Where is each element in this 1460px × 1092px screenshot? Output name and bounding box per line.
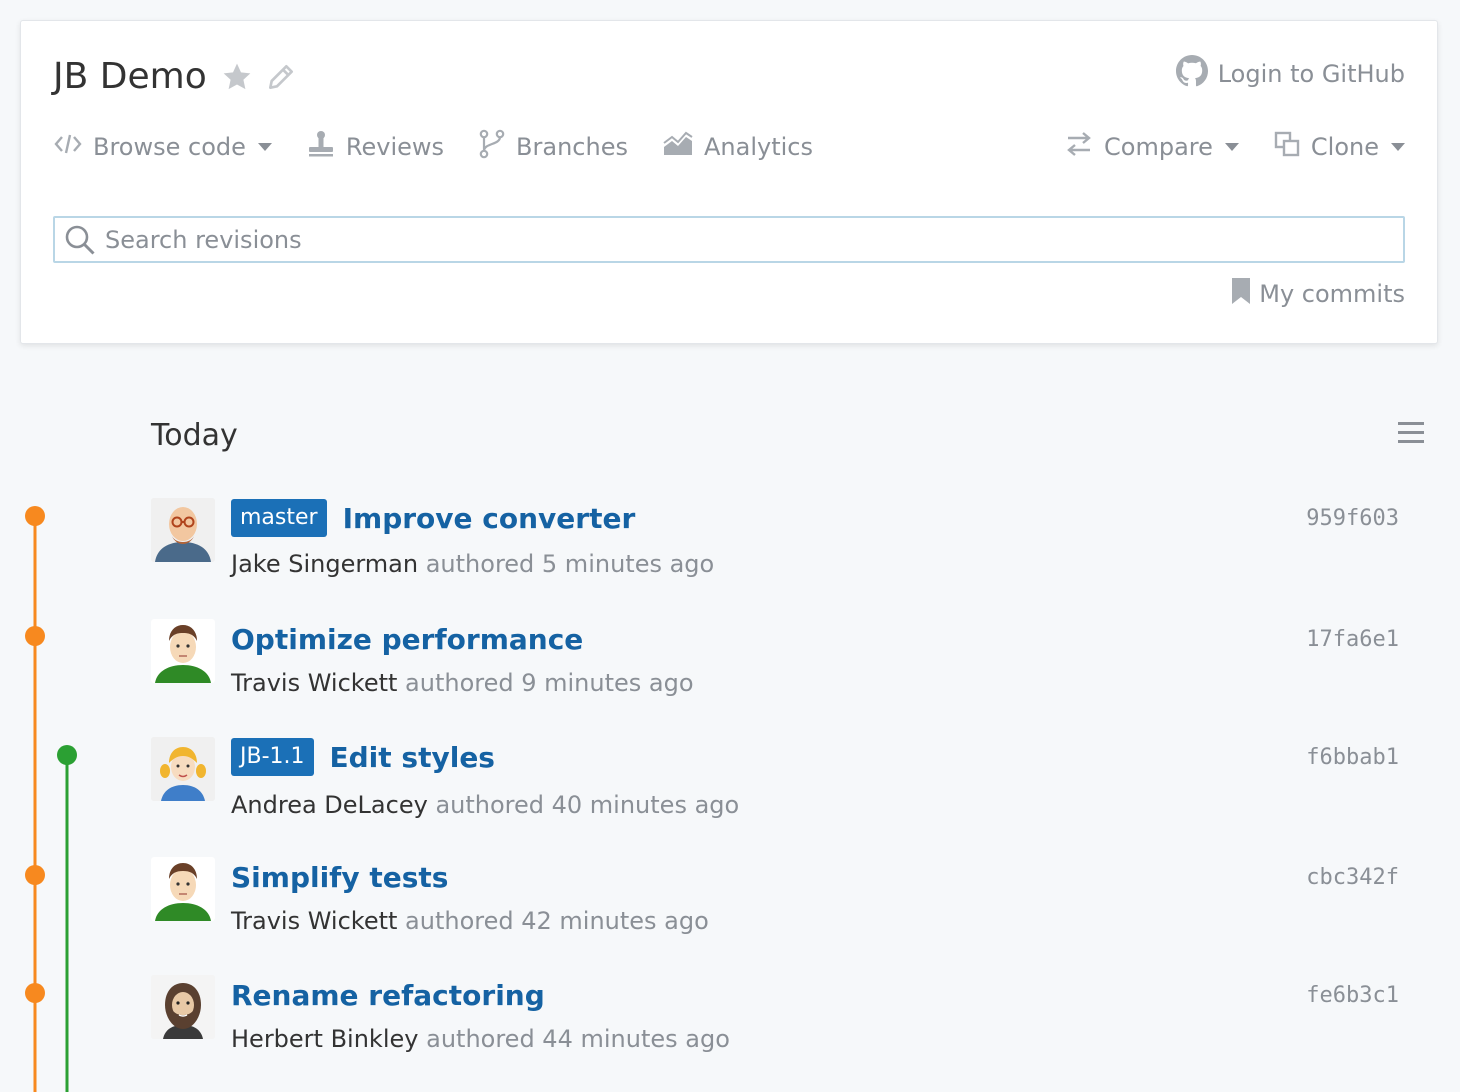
commit-time: authored 9 minutes ago: [405, 669, 694, 697]
login-github-button[interactable]: Login to GitHub: [1175, 55, 1405, 93]
hamburger-menu-icon[interactable]: [1396, 420, 1426, 446]
commit-node: [25, 983, 45, 1003]
nav-compare[interactable]: Compare: [1064, 129, 1239, 165]
commit-node: [25, 626, 45, 646]
nav-clone-label: Clone: [1310, 133, 1379, 161]
commit-author[interactable]: Travis Wickett: [231, 907, 397, 935]
commit-row: Rename refactoring Herbert Binkley autho…: [151, 975, 1411, 1085]
commit-hash[interactable]: cbc342f: [1306, 865, 1399, 890]
commit-time: authored 44 minutes ago: [426, 1025, 730, 1053]
branch-tag[interactable]: master: [231, 499, 327, 537]
commit-time: authored 5 minutes ago: [425, 550, 715, 578]
login-label: Login to GitHub: [1217, 60, 1405, 88]
chevron-down-icon: [1391, 143, 1405, 151]
chevron-down-icon: [257, 143, 272, 151]
nav-compare-label: Compare: [1104, 133, 1213, 161]
area-chart-icon: [662, 131, 694, 163]
blonde-girl-avatar: [151, 737, 215, 801]
github-icon: [1175, 55, 1208, 93]
commit-row: Simplify tests Travis Wickett authored 4…: [151, 857, 1411, 967]
nav-clone[interactable]: Clone: [1273, 129, 1405, 165]
commit-author[interactable]: Travis Wickett: [231, 669, 397, 697]
my-commits-label: My commits: [1259, 280, 1405, 308]
commit-message-link[interactable]: Optimize performance: [231, 623, 583, 656]
bearded-man-avatar: [151, 975, 215, 1039]
branch-tag[interactable]: JB-1.1: [231, 738, 314, 776]
commit-author[interactable]: Herbert Binkley: [231, 1025, 418, 1053]
nav-branches[interactable]: Branches: [478, 129, 628, 165]
repo-nav-actions: Compare Clone: [1030, 129, 1405, 165]
commit-message-link[interactable]: Edit styles: [330, 741, 495, 774]
commit-node: [25, 865, 45, 885]
bookmark-icon: [1231, 277, 1251, 311]
search-box[interactable]: [53, 216, 1405, 263]
commit-node: [25, 506, 45, 526]
commit-row: master Improve converter Jake Singerman …: [151, 498, 1411, 608]
commit-message-link[interactable]: Rename refactoring: [231, 979, 545, 1012]
nav-analytics[interactable]: Analytics: [662, 129, 813, 165]
pencil-icon[interactable]: [265, 61, 297, 93]
nav-reviews[interactable]: Reviews: [306, 129, 444, 165]
man-green-shirt-avatar: [151, 619, 215, 683]
commit-node: [57, 745, 77, 765]
clone-icon: [1273, 130, 1301, 164]
nav-browse-code-label: Browse code: [93, 133, 246, 161]
commit-author[interactable]: Jake Singerman: [231, 550, 418, 578]
commit-author[interactable]: Andrea DeLacey: [231, 791, 428, 819]
day-group-label: Today: [151, 418, 238, 453]
branch-icon: [478, 129, 506, 165]
repo-header-card: JB Demo Login to GitHub Browse code Revi…: [20, 20, 1438, 344]
commit-hash[interactable]: 17fa6e1: [1306, 627, 1399, 652]
commit-row: JB-1.1 Edit styles Andrea DeLacey author…: [151, 737, 1411, 847]
nav-branches-label: Branches: [516, 133, 628, 161]
commit-hash[interactable]: f6bbab1: [1306, 745, 1399, 770]
commit-graph: [25, 506, 77, 1092]
commit-message-link[interactable]: Improve converter: [343, 502, 636, 535]
nav-analytics-label: Analytics: [703, 133, 813, 161]
commit-hash[interactable]: fe6b3c1: [1306, 983, 1399, 1008]
my-commits-filter[interactable]: My commits: [1231, 277, 1405, 311]
star-icon[interactable]: [221, 61, 253, 93]
nav-reviews-label: Reviews: [345, 133, 445, 161]
commit-row: Optimize performance Travis Wickett auth…: [151, 619, 1411, 729]
man-green-shirt-avatar: [151, 857, 215, 921]
commit-time: authored 40 minutes ago: [435, 791, 740, 819]
stamp-icon: [306, 129, 336, 165]
repo-nav: Browse code Reviews Branches Analytics: [53, 129, 847, 165]
bald-man-glasses-avatar: [151, 498, 215, 562]
commit-time: authored 42 minutes ago: [405, 907, 709, 935]
commit-hash[interactable]: 959f603: [1306, 506, 1399, 531]
search-input[interactable]: [97, 225, 1403, 254]
compare-arrows-icon: [1064, 130, 1094, 164]
commit-message-link[interactable]: Simplify tests: [231, 861, 448, 894]
chevron-down-icon: [1224, 143, 1239, 151]
